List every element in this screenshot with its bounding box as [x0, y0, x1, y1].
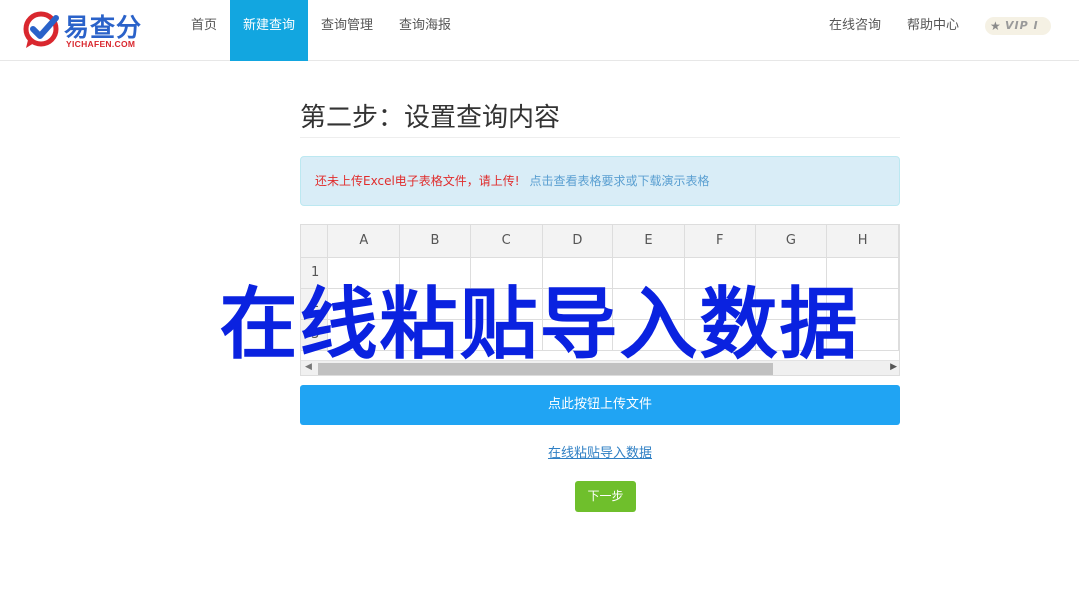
- grid-cell[interactable]: [470, 288, 543, 320]
- grid-cell[interactable]: [542, 319, 614, 351]
- horizontal-scrollbar[interactable]: ◀ ▶: [301, 360, 899, 375]
- grid-cell[interactable]: [399, 319, 471, 351]
- grid-cell[interactable]: [826, 319, 899, 351]
- paste-import-link[interactable]: 在线粘贴导入数据: [300, 442, 900, 461]
- upload-file-button[interactable]: 点此按钮上传文件: [300, 385, 900, 425]
- next-step-button[interactable]: 下一步: [575, 481, 636, 512]
- scrollbar-thumb[interactable]: [318, 363, 773, 375]
- alert-help-link[interactable]: 点击查看表格要求或下载演示表格: [529, 174, 709, 188]
- grid-cell[interactable]: [470, 319, 543, 351]
- nav-item-new-query[interactable]: 新建查询: [230, 0, 309, 61]
- grid-cell[interactable]: [826, 288, 899, 320]
- page-title: 第二步：设置查询内容: [300, 103, 561, 133]
- row-header[interactable]: 1: [301, 257, 329, 289]
- title-divider: [300, 137, 900, 138]
- grid-cell[interactable]: [612, 319, 685, 351]
- column-header[interactable]: B: [399, 225, 471, 258]
- nav-item-help-center[interactable]: 帮助中心: [894, 0, 972, 61]
- grid-cell[interactable]: [470, 257, 543, 289]
- table-row: 2: [301, 288, 899, 320]
- grid-cell[interactable]: [542, 288, 614, 320]
- grid-cell[interactable]: [755, 257, 828, 289]
- main-content: 第二步：设置查询内容 还未上传Excel电子表格文件，请上传! 点击查看表格要求…: [300, 0, 900, 599]
- grid-cell[interactable]: [542, 257, 614, 289]
- spreadsheet-preview[interactable]: A B C D E F G H 1 2 3 ◀ ▶: [300, 224, 900, 376]
- check-logo-icon: [23, 11, 59, 48]
- scroll-right-icon[interactable]: ▶: [890, 362, 897, 372]
- star-icon: ★: [990, 19, 1001, 33]
- column-header[interactable]: E: [612, 225, 685, 258]
- scroll-left-icon[interactable]: ◀: [305, 362, 312, 372]
- brand-logo[interactable]: 易查分 YICHAFEN.COM: [20, 8, 150, 52]
- corner-cell: [301, 225, 329, 258]
- grid-cell[interactable]: [684, 288, 756, 320]
- grid-cell[interactable]: [327, 319, 401, 351]
- column-header[interactable]: H: [826, 225, 899, 258]
- grid-cell[interactable]: [612, 257, 685, 289]
- column-header[interactable]: F: [684, 225, 756, 258]
- row-header[interactable]: 2: [301, 288, 329, 320]
- vip-label: VIP I: [1005, 19, 1039, 32]
- column-header[interactable]: G: [755, 225, 828, 258]
- table-row: 1: [301, 257, 899, 289]
- column-header[interactable]: D: [542, 225, 614, 258]
- grid-cell[interactable]: [399, 257, 471, 289]
- grid-cell[interactable]: [684, 319, 756, 351]
- grid-cell[interactable]: [755, 288, 828, 320]
- column-header[interactable]: A: [327, 225, 401, 258]
- grid-cell[interactable]: [684, 257, 756, 289]
- grid-cell[interactable]: [327, 288, 401, 320]
- vip-badge[interactable]: ★ VIP I: [985, 17, 1051, 35]
- grid-cell[interactable]: [826, 257, 899, 289]
- grid-cell[interactable]: [612, 288, 685, 320]
- upload-alert: 还未上传Excel电子表格文件，请上传! 点击查看表格要求或下载演示表格: [300, 156, 900, 206]
- column-header-row: A B C D E F G H: [301, 225, 899, 258]
- nav-item-home[interactable]: 首页: [178, 0, 230, 61]
- column-header[interactable]: C: [470, 225, 543, 258]
- spreadsheet-grid: A B C D E F G H 1 2 3: [301, 225, 899, 351]
- grid-cell[interactable]: [755, 319, 828, 351]
- grid-cell[interactable]: [399, 288, 471, 320]
- alert-warning-text: 还未上传Excel电子表格文件，请上传!: [315, 174, 520, 188]
- row-header[interactable]: 3: [301, 319, 329, 351]
- table-row: 3: [301, 319, 899, 351]
- brand-domain: YICHAFEN.COM: [66, 39, 136, 49]
- grid-cell[interactable]: [327, 257, 401, 289]
